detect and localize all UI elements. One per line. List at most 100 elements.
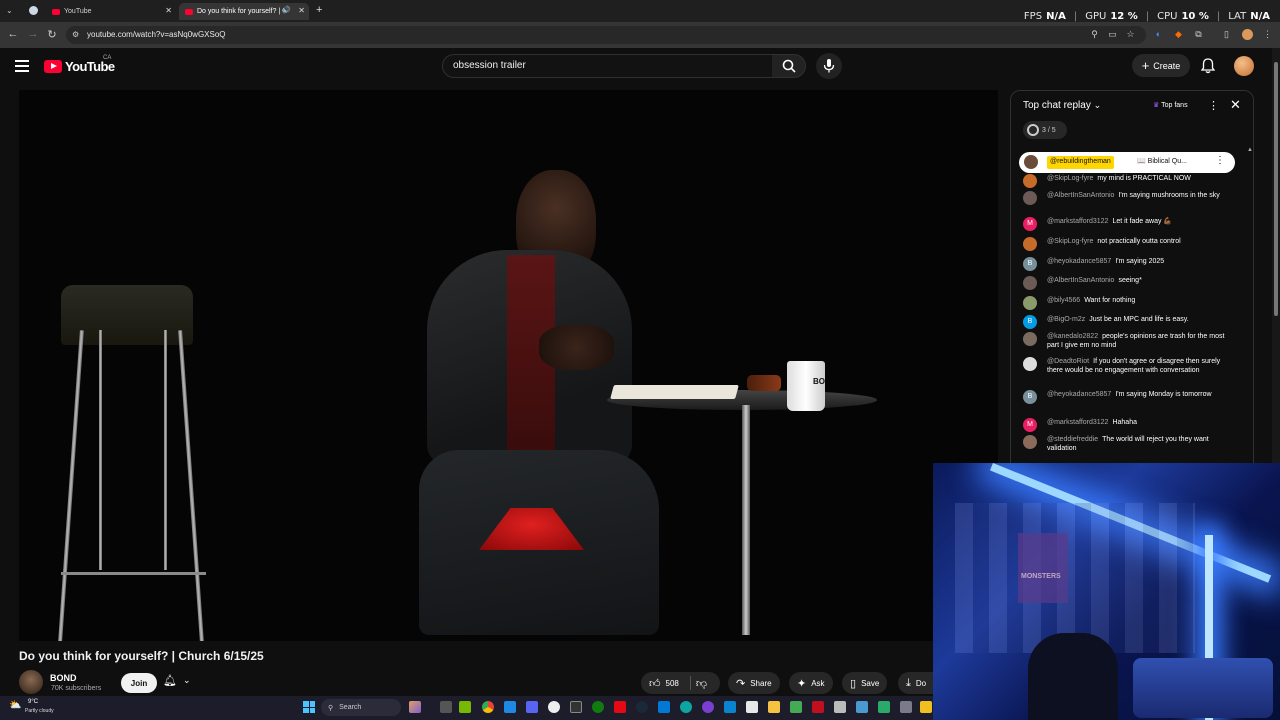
notifications-bell-icon[interactable] [1201,58,1215,74]
chat-author[interactable]: @bily4566 [1047,297,1080,304]
chat-message[interactable]: @AlbertInSanAntonio seeing* [1023,276,1233,290]
extension-icon[interactable]: ◐ [1153,29,1164,40]
chat-message[interactable]: B @heyokadance5857 I'm saying 2025 [1023,257,1233,271]
chat-author-avatar[interactable] [1023,332,1037,346]
url-text[interactable]: youtube.com/watch?v=asNq0wGXSoQ [87,30,226,39]
chat-author[interactable]: @markstafford3122 [1047,218,1108,225]
chat-message[interactable]: B @BigO-m2z Just be an MPC and life is eas… [1023,315,1233,329]
join-button[interactable]: Join [121,673,157,693]
extension-icon[interactable]: ◆ [1173,29,1184,40]
vscode-icon[interactable] [724,701,736,713]
chat-author-avatar[interactable] [1023,435,1037,449]
chat-author-avatar[interactable]: M [1023,418,1037,432]
chat-mode-dropdown[interactable]: Top chat replay ⌄ [1023,100,1101,111]
chat-message[interactable]: @SkipLog-fyre my mind is PRACTICAL NOW [1023,174,1233,188]
chat-message[interactable]: @DeadtoRiot If you don't agree or disagre… [1023,357,1233,375]
chat-author-avatar[interactable] [1023,174,1037,188]
extensions-puzzle-icon[interactable]: ⧉ [1193,29,1204,40]
tab-youtube[interactable]: YouTube ✕ [46,3,176,20]
pinned-message[interactable]: @rebuildingtheman 📖 Biblical Qu... ⋮ [1019,152,1235,173]
tab-search-icon[interactable]: ⌄ [6,6,13,15]
chat-author-avatar[interactable]: B [1023,315,1037,329]
app-icon[interactable] [920,701,932,713]
app-icon[interactable] [834,701,846,713]
windows-start-icon[interactable] [303,701,315,713]
chat-author-avatar[interactable] [1023,276,1037,290]
chat-author-avatar[interactable] [1023,357,1037,371]
nvidia-icon[interactable] [459,701,471,713]
chat-message[interactable]: @bily4566 Want for nothing [1023,296,1233,310]
voice-search-button[interactable] [816,53,842,79]
channel-avatar[interactable] [19,670,43,694]
create-button[interactable]: + Create [1132,54,1190,77]
chat-author[interactable]: @heyokadance5857 [1047,391,1111,398]
chrome-icon[interactable] [482,701,494,713]
more-options-icon[interactable]: ⋮ [1215,155,1225,166]
top-fans-button[interactable]: ♛ Top fans [1153,101,1188,109]
app-icon[interactable] [746,701,758,713]
thumbs-down-icon[interactable]: 👎︎ [696,677,707,690]
weather-temperature[interactable]: 9°C [28,699,38,705]
chat-message[interactable]: M @markstafford3122 Hahaha [1023,418,1233,432]
chat-author[interactable]: @kanedalo2822 [1047,333,1098,340]
more-options-icon[interactable]: ⋮ [1208,99,1219,112]
search-input[interactable] [453,60,733,71]
search-box[interactable] [442,54,776,78]
chat-author[interactable]: @SkipLog-fyre [1047,175,1093,182]
site-info-icon[interactable]: ⚙ [72,30,79,39]
app-icon[interactable] [900,701,912,713]
scrollbar-thumb[interactable] [1274,62,1278,316]
close-tab-icon[interactable]: ✕ [165,6,172,15]
edge-icon[interactable] [680,701,692,713]
chat-author[interactable]: @AlbertInSanAntonio [1047,192,1114,199]
chat-author[interactable]: @steddiefreddie [1047,436,1098,443]
channel-name[interactable]: BOND [50,673,77,683]
chat-author-avatar[interactable] [1023,296,1037,310]
chat-author-avatar[interactable]: B [1023,257,1037,271]
chat-author[interactable]: @markstafford3122 [1047,419,1108,426]
thumbs-up-icon[interactable]: 👍︎ [649,677,661,690]
app-icon[interactable] [570,701,582,713]
chat-scrollbar[interactable]: ▲ [1247,147,1253,457]
app-icon[interactable] [790,701,802,713]
account-avatar[interactable] [1234,56,1254,76]
chat-message[interactable]: @kanedalo2822 people's opinions are trash… [1023,332,1233,350]
chat-author-avatar[interactable] [1023,191,1037,205]
discord-icon[interactable] [526,701,538,713]
close-tab-icon[interactable]: ✕ [298,6,305,15]
taskbar-search[interactable]: ⚲ Search [321,699,401,716]
copilot-icon[interactable] [409,701,421,713]
save-button[interactable]: ▯ Save [842,672,888,694]
share-button[interactable]: ↷ Share [728,672,780,694]
zoom-icon[interactable]: ⚲ [1089,29,1100,40]
weather-description[interactable]: Partly cloudy [25,708,54,714]
chrome-profile-icon[interactable] [29,6,38,15]
new-tab-icon[interactable]: + [316,4,322,16]
app-icon[interactable] [812,701,824,713]
app-icon[interactable] [878,701,890,713]
subscription-bell-button[interactable]: 🔔︎ ⌄ [163,674,191,687]
download-button[interactable]: ⤓ Do [898,672,933,694]
app-icon[interactable] [702,701,714,713]
scroll-up-arrow-icon[interactable]: ▲ [1247,147,1253,153]
reload-icon[interactable]: ↻ [45,28,59,41]
chat-message[interactable]: @steddiefreddie The world will reject you… [1023,435,1233,453]
app-icon[interactable] [856,701,868,713]
close-icon[interactable]: ✕ [1230,97,1241,113]
cast-icon[interactable]: ▭ [1107,29,1118,40]
reaction-pill[interactable]: 3 / 5 [1023,121,1067,139]
github-icon[interactable] [548,701,560,713]
menu-hamburger-icon[interactable] [15,60,29,72]
chat-author-avatar[interactable]: B [1023,390,1037,404]
sidebar-icon[interactable]: ▯ [1221,29,1232,40]
app-icon[interactable] [504,701,516,713]
search-button[interactable] [772,54,806,78]
chat-message[interactable]: @SkipLog-fyre not practically outta contr… [1023,237,1233,251]
youtube-logo[interactable]: YouTube CA [44,55,115,74]
chat-author-avatar[interactable] [1023,237,1037,251]
chat-author[interactable]: @AlbertInSanAntonio [1047,277,1114,284]
app-icon[interactable] [658,701,670,713]
chat-author[interactable]: @DeadtoRiot [1047,358,1089,365]
like-count[interactable]: 508 [666,679,679,688]
forward-arrow-icon[interactable]: → [26,28,40,40]
